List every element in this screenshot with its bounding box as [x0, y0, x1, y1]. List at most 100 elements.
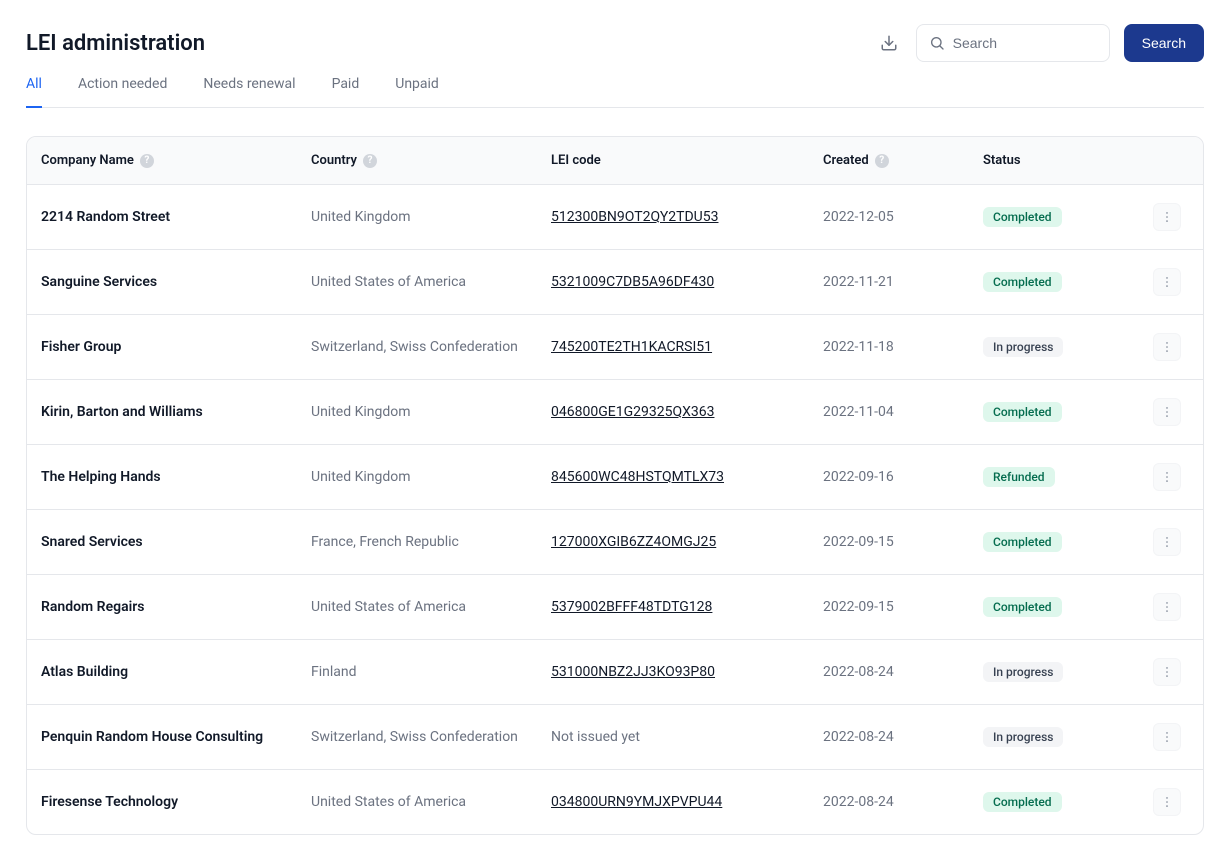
cell-lei: 034800URN9YMJXPVPU44	[537, 770, 809, 835]
status-badge: Completed	[983, 532, 1062, 552]
table-row: Atlas BuildingFinland531000NBZ2JJ3KO93P8…	[27, 640, 1203, 705]
table-row: Firesense TechnologyUnited States of Ame…	[27, 770, 1203, 835]
row-more-button[interactable]	[1153, 593, 1181, 621]
col-header-company-label: Company Name	[41, 153, 134, 168]
row-more-button[interactable]	[1153, 658, 1181, 686]
cell-lei: 046800GE1G29325QX363	[537, 380, 809, 445]
col-header-lei-label: LEI code	[551, 153, 601, 168]
more-vertical-icon	[1160, 730, 1174, 744]
tab-all[interactable]: All	[26, 76, 42, 108]
cell-country: France, French Republic	[297, 510, 537, 575]
cell-company: Snared Services	[27, 510, 297, 575]
row-more-button[interactable]	[1153, 463, 1181, 491]
col-header-company[interactable]: Company Name?	[27, 137, 297, 185]
status-badge: In progress	[983, 337, 1063, 357]
tab-action-needed[interactable]: Action needed	[78, 76, 167, 108]
lei-link[interactable]: 5321009C7DB5A96DF430	[551, 274, 714, 290]
col-header-status-label: Status	[983, 153, 1021, 168]
table-row: Kirin, Barton and WilliamsUnited Kingdom…	[27, 380, 1203, 445]
row-more-button[interactable]	[1153, 203, 1181, 231]
cell-status: In progress	[969, 640, 1139, 705]
lei-link[interactable]: 5379002BFFF48TDTG128	[551, 599, 712, 615]
cell-country: United Kingdom	[297, 380, 537, 445]
cell-status: Completed	[969, 510, 1139, 575]
col-header-country[interactable]: Country?	[297, 137, 537, 185]
download-button[interactable]	[872, 26, 906, 60]
lei-link[interactable]: 046800GE1G29325QX363	[551, 404, 714, 420]
search-field[interactable]	[916, 24, 1110, 62]
more-vertical-icon	[1160, 795, 1174, 809]
header: LEI administration Search	[26, 24, 1204, 62]
more-vertical-icon	[1160, 470, 1174, 484]
row-more-button[interactable]	[1153, 528, 1181, 556]
cell-actions	[1139, 250, 1203, 315]
cell-country: Switzerland, Swiss Confederation	[297, 315, 537, 380]
status-badge: In progress	[983, 662, 1063, 682]
lei-link[interactable]: 034800URN9YMJXPVPU44	[551, 794, 722, 810]
cell-lei: 5379002BFFF48TDTG128	[537, 575, 809, 640]
cell-company: Atlas Building	[27, 640, 297, 705]
cell-company: Penquin Random House Consulting	[27, 705, 297, 770]
cell-lei: 845600WC48HSTQMTLX73	[537, 445, 809, 510]
cell-created: 2022-12-05	[809, 185, 969, 250]
help-icon[interactable]: ?	[875, 154, 889, 168]
tabs: All Action needed Needs renewal Paid Unpaid	[26, 76, 1204, 108]
status-badge: Completed	[983, 792, 1062, 812]
page-title: LEI administration	[26, 31, 205, 56]
row-more-button[interactable]	[1153, 723, 1181, 751]
table-row: 2214 Random StreetUnited Kingdom512300BN…	[27, 185, 1203, 250]
row-more-button[interactable]	[1153, 268, 1181, 296]
cell-created: 2022-09-16	[809, 445, 969, 510]
more-vertical-icon	[1160, 275, 1174, 289]
status-badge: Completed	[983, 402, 1062, 422]
help-icon[interactable]: ?	[140, 154, 154, 168]
cell-country: United States of America	[297, 770, 537, 835]
cell-actions	[1139, 640, 1203, 705]
cell-lei: 127000XGIB6ZZ4OMGJ25	[537, 510, 809, 575]
cell-status: Completed	[969, 380, 1139, 445]
cell-created: 2022-09-15	[809, 575, 969, 640]
row-more-button[interactable]	[1153, 398, 1181, 426]
lei-link[interactable]: 745200TE2TH1KACRSI51	[551, 339, 712, 355]
table-row: Sanguine ServicesUnited States of Americ…	[27, 250, 1203, 315]
status-badge: Completed	[983, 272, 1062, 292]
more-vertical-icon	[1160, 665, 1174, 679]
table-row: Random RegairsUnited States of America53…	[27, 575, 1203, 640]
lei-link[interactable]: 512300BN9OT2QY2TDU53	[551, 209, 718, 225]
tab-needs-renewal[interactable]: Needs renewal	[203, 76, 295, 108]
cell-created: 2022-11-18	[809, 315, 969, 380]
cell-company: Firesense Technology	[27, 770, 297, 835]
table-row: The Helping HandsUnited Kingdom845600WC4…	[27, 445, 1203, 510]
cell-status: Refunded	[969, 445, 1139, 510]
cell-status: Completed	[969, 250, 1139, 315]
cell-actions	[1139, 510, 1203, 575]
search-input[interactable]	[953, 35, 1097, 51]
cell-created: 2022-09-15	[809, 510, 969, 575]
row-more-button[interactable]	[1153, 333, 1181, 361]
cell-created: 2022-08-24	[809, 705, 969, 770]
cell-country: United Kingdom	[297, 185, 537, 250]
tab-paid[interactable]: Paid	[332, 76, 360, 108]
cell-actions	[1139, 315, 1203, 380]
cell-actions	[1139, 380, 1203, 445]
col-header-status[interactable]: Status	[969, 137, 1139, 185]
download-icon	[880, 34, 898, 52]
row-more-button[interactable]	[1153, 788, 1181, 816]
help-icon[interactable]: ?	[363, 154, 377, 168]
cell-created: 2022-11-04	[809, 380, 969, 445]
lei-link[interactable]: 531000NBZ2JJ3KO93P80	[551, 664, 715, 680]
lei-link[interactable]: 845600WC48HSTQMTLX73	[551, 469, 724, 485]
search-button[interactable]: Search	[1124, 24, 1204, 62]
cell-country: United States of America	[297, 250, 537, 315]
cell-lei: 512300BN9OT2QY2TDU53	[537, 185, 809, 250]
cell-lei: 745200TE2TH1KACRSI51	[537, 315, 809, 380]
lei-link[interactable]: 127000XGIB6ZZ4OMGJ25	[551, 534, 716, 550]
tab-unpaid[interactable]: Unpaid	[395, 76, 439, 108]
table-row: Fisher GroupSwitzerland, Swiss Confedera…	[27, 315, 1203, 380]
cell-company: Sanguine Services	[27, 250, 297, 315]
cell-status: Completed	[969, 770, 1139, 835]
col-header-lei[interactable]: LEI code	[537, 137, 809, 185]
more-vertical-icon	[1160, 535, 1174, 549]
col-header-created[interactable]: Created?	[809, 137, 969, 185]
cell-status: In progress	[969, 315, 1139, 380]
